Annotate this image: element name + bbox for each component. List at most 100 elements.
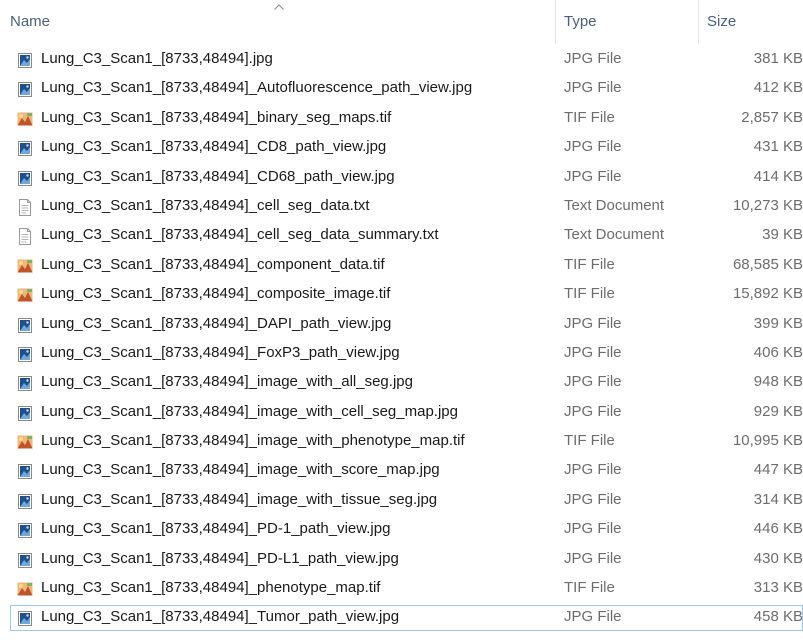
file-size: 431 KB [753,138,803,156]
file-row[interactable]: Lung_C3_Scan1_[8733,48494]_image_with_ti… [0,485,803,514]
jpg-file-icon [17,608,33,627]
file-row[interactable]: Lung_C3_Scan1_[8733,48494]_image_with_ce… [0,397,803,426]
file-type: Text Document [564,226,665,244]
file-name: Lung_C3_Scan1_[8733,48494]_binary_seg_ma… [41,108,392,126]
jpg-file-icon [17,403,33,421]
file-size: 948 KB [753,373,803,391]
file-name: Lung_C3_Scan1_[8733,48494]_phenotype_map… [41,579,381,597]
jpg-file-icon [17,344,33,362]
file-row[interactable]: Lung_C3_Scan1_[8733,48494]_DAPI_path_vie… [0,309,803,338]
file-name: Lung_C3_Scan1_[8733,48494]_Autofluoresce… [41,79,473,97]
file-name: Lung_C3_Scan1_[8733,48494]_CD8_path_view… [41,138,387,156]
file-type: JPG File [564,343,622,361]
jpg-file-icon [17,373,33,392]
file-type: TIF File [564,108,615,126]
file-type: JPG File [564,402,622,420]
file-row[interactable]: Lung_C3_Scan1_[8733,48494]_image_with_ph… [0,426,803,455]
file-type: TIF File [564,579,615,597]
file-size: 412 KB [753,79,803,97]
column-header-bar: Name Type Size [0,0,803,44]
file-type: Text Document [564,196,665,214]
file-type: JPG File [564,79,622,97]
file-type: JPG File [564,549,622,567]
file-row[interactable]: Lung_C3_Scan1_[8733,48494]_CD68_path_vie… [0,162,803,191]
file-size: 406 KB [753,343,803,361]
file-type: JPG File [564,167,622,185]
text-file-icon [17,226,33,246]
file-size: 15,892 KB [732,285,803,303]
file-row[interactable]: Lung_C3_Scan1_[8733,48494]_composite_ima… [0,279,803,308]
tif-file-icon [17,285,33,302]
file-type: JPG File [564,50,622,67]
file-type: JPG File [564,490,622,508]
column-header-name[interactable]: Name [0,0,553,44]
jpg-file-icon [17,79,33,98]
column-header-type[interactable]: Type [556,0,696,44]
file-row[interactable]: Lung_C3_Scan1_[8733,48494]_Autofluoresce… [0,73,803,102]
file-name: Lung_C3_Scan1_[8733,48494]_image_with_ti… [41,490,438,508]
file-type: TIF File [564,285,615,303]
file-size: 430 KB [753,549,803,567]
column-header-size[interactable]: Size [699,0,803,44]
file-name: Lung_C3_Scan1_[8733,48494]_PD-1_path_vie… [41,520,391,538]
file-size: 10,273 KB [732,196,803,214]
file-name: Lung_C3_Scan1_[8733,48494]_image_with_ph… [41,432,465,450]
file-name: Lung_C3_Scan1_[8733,48494]_FoxP3_path_vi… [41,343,400,361]
file-row[interactable]: Lung_C3_Scan1_[8733,48494]_phenotype_map… [0,573,803,602]
file-row[interactable]: Lung_C3_Scan1_[8733,48494]_PD-L1_path_vi… [0,544,803,573]
file-size: 313 KB [753,579,803,597]
jpg-file-icon [17,491,33,509]
file-type: TIF File [564,255,615,273]
jpg-file-icon [17,315,33,333]
file-row[interactable]: Lung_C3_Scan1_[8733,48494]_image_with_al… [0,367,803,396]
file-row[interactable]: Lung_C3_Scan1_[8733,48494]_binary_seg_ma… [0,103,803,132]
file-row[interactable]: Lung_C3_Scan1_[8733,48494]_component_dat… [0,250,803,279]
jpg-file-icon [17,168,33,186]
file-type: JPG File [564,608,622,626]
file-size: 929 KB [753,402,803,420]
file-row[interactable]: Lung_C3_Scan1_[8733,48494]_PD-1_path_vie… [0,514,803,543]
file-size: 68,585 KB [732,255,803,273]
file-row[interactable]: Lung_C3_Scan1_[8733,48494]_cell_seg_data… [0,220,803,249]
file-name: Lung_C3_Scan1_[8733,48494]_component_dat… [41,255,385,273]
jpg-file-icon [17,50,33,68]
file-type: JPG File [564,314,622,332]
file-row[interactable]: Lung_C3_Scan1_[8733,48494]_CD8_path_view… [0,132,803,161]
file-size: 10,995 KB [732,432,803,450]
file-type: JPG File [564,138,622,156]
file-type: TIF File [564,432,615,450]
file-explorer-list: Name Type Size Lung_C3_Scan1_[8733,48494… [0,0,803,642]
file-name: Lung_C3_Scan1_[8733,48494]_DAPI_path_vie… [41,314,392,332]
file-name: Lung_C3_Scan1_[8733,48494]_cell_seg_data… [41,196,370,214]
tif-file-icon [17,109,33,126]
file-row[interactable]: Lung_C3_Scan1_[8733,48494]_Tumor_path_vi… [0,602,803,632]
file-size: 447 KB [753,461,803,479]
file-type: JPG File [564,461,622,479]
jpg-file-icon [17,550,33,568]
file-size: 314 KB [753,490,803,508]
jpg-file-icon [17,138,33,157]
file-type: JPG File [564,373,622,391]
file-name: Lung_C3_Scan1_[8733,48494]_PD-L1_path_vi… [41,549,399,567]
file-size: 446 KB [753,520,803,538]
file-name: Lung_C3_Scan1_[8733,48494]_image_with_ce… [41,402,458,420]
file-size: 39 KB [762,226,803,244]
tif-file-icon [17,432,33,449]
file-size: 399 KB [753,314,803,332]
file-row[interactable]: Lung_C3_Scan1_[8733,48494]_cell_seg_data… [0,191,803,220]
file-size: 414 KB [753,167,803,185]
jpg-file-icon [17,461,33,480]
file-row[interactable]: Lung_C3_Scan1_[8733,48494]_image_with_sc… [0,455,803,484]
file-name: Lung_C3_Scan1_[8733,48494].jpg [41,50,273,67]
file-name: Lung_C3_Scan1_[8733,48494]_composite_ima… [41,285,391,303]
file-name: Lung_C3_Scan1_[8733,48494]_image_with_al… [41,373,413,391]
file-name: Lung_C3_Scan1_[8733,48494]_CD68_path_vie… [41,167,395,185]
file-name: Lung_C3_Scan1_[8733,48494]_Tumor_path_vi… [41,608,400,626]
file-name: Lung_C3_Scan1_[8733,48494]_cell_seg_data… [41,226,439,244]
file-name: Lung_C3_Scan1_[8733,48494]_image_with_sc… [41,461,440,479]
tif-file-icon [17,579,33,596]
file-size: 2,857 KB [741,108,803,126]
file-row[interactable]: Lung_C3_Scan1_[8733,48494]_FoxP3_path_vi… [0,338,803,367]
file-list: Lung_C3_Scan1_[8733,48494].jpg JPG File 38… [0,44,803,632]
file-row[interactable]: Lung_C3_Scan1_[8733,48494].jpg JPG File 38… [0,44,803,73]
